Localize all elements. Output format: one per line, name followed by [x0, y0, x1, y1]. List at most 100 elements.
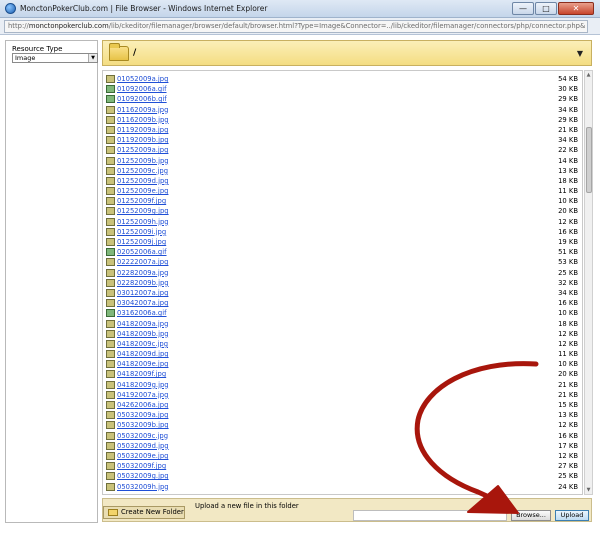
- file-row[interactable]: 02222007a.jpg 53 KB: [103, 257, 582, 267]
- file-row[interactable]: 05032009b.jpg 12 KB: [103, 420, 582, 430]
- file-row[interactable]: 02282009a.jpg 25 KB: [103, 268, 582, 278]
- file-row[interactable]: 04182009b.jpg 12 KB: [103, 329, 582, 339]
- file-row[interactable]: 05032009c.jpg 16 KB: [103, 431, 582, 441]
- file-row[interactable]: 01192009a.jpg 21 KB: [103, 125, 582, 135]
- upload-button[interactable]: Upload: [555, 510, 589, 521]
- file-row[interactable]: 04182009a.jpg 18 KB: [103, 319, 582, 329]
- file-row[interactable]: 05032009d.jpg 17 KB: [103, 441, 582, 451]
- close-button[interactable]: ✕: [558, 2, 594, 15]
- window-controls: — □ ✕: [512, 2, 594, 15]
- file-name-link[interactable]: 04262006a.jpg: [117, 401, 168, 409]
- file-row[interactable]: 01252009h.jpg 12 KB: [103, 217, 582, 227]
- file-name-link[interactable]: 02282009b.jpg: [117, 279, 169, 287]
- file-row[interactable]: 04182009f.jpg 20 KB: [103, 369, 582, 379]
- file-row[interactable]: 02282009b.jpg 32 KB: [103, 278, 582, 288]
- create-folder-button[interactable]: Create New Folder: [103, 506, 185, 519]
- file-row[interactable]: 01092006a.gif 30 KB: [103, 84, 582, 94]
- file-row[interactable]: 03042007a.jpg 16 KB: [103, 298, 582, 308]
- file-name-link[interactable]: 05032009g.jpg: [117, 472, 169, 480]
- file-row[interactable]: 03162006a.gif 10 KB: [103, 308, 582, 318]
- file-name-link[interactable]: 01052009a.jpg: [117, 75, 168, 83]
- file-row[interactable]: 04192007a.jpg 21 KB: [103, 390, 582, 400]
- scrollbar-thumb[interactable]: [586, 127, 592, 193]
- file-row[interactable]: 01252009g.jpg 20 KB: [103, 206, 582, 216]
- file-name-link[interactable]: 01162009b.jpg: [117, 116, 169, 124]
- file-name-link[interactable]: 01252009i.jpg: [117, 228, 166, 236]
- file-row[interactable]: 01252009i.jpg 16 KB: [103, 227, 582, 237]
- file-row[interactable]: 01162009b.jpg 29 KB: [103, 115, 582, 125]
- file-name-link[interactable]: 02052006a.gif: [117, 248, 167, 256]
- file-row[interactable]: 01252009b.jpg 14 KB: [103, 156, 582, 166]
- file-name-link[interactable]: 05032009f.jpg: [117, 462, 166, 470]
- file-row[interactable]: 04182009e.jpg 10 KB: [103, 359, 582, 369]
- file-name-link[interactable]: 01162009a.jpg: [117, 106, 168, 114]
- minimize-button[interactable]: —: [512, 2, 534, 15]
- file-name-link[interactable]: 02222007a.jpg: [117, 258, 168, 266]
- file-row[interactable]: 05032009e.jpg 12 KB: [103, 451, 582, 461]
- file-row[interactable]: 01052009a.jpg 54 KB: [103, 74, 582, 84]
- file-name-link[interactable]: 05032009h.jpg: [117, 483, 169, 491]
- folder-dropdown-icon[interactable]: ▼: [577, 49, 583, 58]
- file-row[interactable]: 01162009a.jpg 34 KB: [103, 105, 582, 115]
- file-row[interactable]: 05032009g.jpg 25 KB: [103, 471, 582, 481]
- file-name-link[interactable]: 04182009f.jpg: [117, 370, 166, 378]
- file-row[interactable]: 01252009a.jpg 22 KB: [103, 145, 582, 155]
- file-name-link[interactable]: 01092006a.gif: [117, 85, 167, 93]
- file-name-link[interactable]: 04182009b.jpg: [117, 330, 169, 338]
- file-row[interactable]: 04182009d.jpg 11 KB: [103, 349, 582, 359]
- url-field[interactable]: http://monctonpokerclub.com/lib/ckeditor…: [4, 20, 588, 33]
- file-name-link[interactable]: 05032009d.jpg: [117, 442, 169, 450]
- file-row[interactable]: 01092006b.gif 29 KB: [103, 94, 582, 104]
- scroll-down-icon[interactable]: ▼: [585, 487, 592, 493]
- file-name-link[interactable]: 01252009b.jpg: [117, 157, 169, 165]
- file-size: 34 KB: [558, 288, 578, 297]
- file-name-link[interactable]: 01252009c.jpg: [117, 167, 168, 175]
- file-row[interactable]: 05032009f.jpg 27 KB: [103, 461, 582, 471]
- file-row[interactable]: 01252009c.jpg 13 KB: [103, 166, 582, 176]
- file-row[interactable]: 05032009a.jpg 13 KB: [103, 410, 582, 420]
- file-row[interactable]: 03012007a.jpg 34 KB: [103, 288, 582, 298]
- file-row[interactable]: 02052006a.gif 51 KB: [103, 247, 582, 257]
- file-name-link[interactable]: 01192009b.jpg: [117, 136, 169, 144]
- file-size: 34 KB: [558, 105, 578, 114]
- file-name-link[interactable]: 03042007a.jpg: [117, 299, 168, 307]
- file-name-link[interactable]: 04192007a.jpg: [117, 391, 168, 399]
- file-rows: 01052009a.jpg 54 KB 01092006a.gif 30 KB 0109…: [103, 74, 582, 492]
- file-row[interactable]: 01252009e.jpg 11 KB: [103, 186, 582, 196]
- file-name-link[interactable]: 04182009e.jpg: [117, 360, 168, 368]
- upload-file-input[interactable]: [353, 510, 507, 521]
- file-name-link[interactable]: 01252009j.jpg: [117, 238, 166, 246]
- file-name-link[interactable]: 03162006a.gif: [117, 309, 167, 317]
- file-name-link[interactable]: 01252009h.jpg: [117, 218, 169, 226]
- file-name-link[interactable]: 01252009d.jpg: [117, 177, 169, 185]
- file-name-link[interactable]: 01092006b.gif: [117, 95, 167, 103]
- file-row[interactable]: 01252009j.jpg 19 KB: [103, 237, 582, 247]
- file-name-link[interactable]: 05032009a.jpg: [117, 411, 168, 419]
- file-name-link[interactable]: 01252009a.jpg: [117, 146, 168, 154]
- file-name-link[interactable]: 05032009c.jpg: [117, 432, 168, 440]
- file-name-link[interactable]: 02282009a.jpg: [117, 269, 168, 277]
- file-row[interactable]: 05032009h.jpg 24 KB: [103, 482, 582, 492]
- file-name-link[interactable]: 01252009e.jpg: [117, 187, 168, 195]
- file-name-link[interactable]: 05032009e.jpg: [117, 452, 168, 460]
- scroll-up-icon[interactable]: ▲: [585, 72, 592, 78]
- file-row[interactable]: 04262006a.jpg 15 KB: [103, 400, 582, 410]
- file-name-link[interactable]: 04182009d.jpg: [117, 350, 169, 358]
- file-name-link[interactable]: 04182009g.jpg: [117, 381, 169, 389]
- file-name-link[interactable]: 04182009a.jpg: [117, 320, 168, 328]
- file-row[interactable]: 04182009c.jpg 12 KB: [103, 339, 582, 349]
- file-row[interactable]: 01192009b.jpg 34 KB: [103, 135, 582, 145]
- file-name-link[interactable]: 01192009a.jpg: [117, 126, 168, 134]
- file-row[interactable]: 01252009f.jpg 10 KB: [103, 196, 582, 206]
- file-name-link[interactable]: 01252009g.jpg: [117, 207, 169, 215]
- file-name-link[interactable]: 03012007a.jpg: [117, 289, 168, 297]
- file-row[interactable]: 01252009d.jpg 18 KB: [103, 176, 582, 186]
- file-name-link[interactable]: 05032009b.jpg: [117, 421, 169, 429]
- file-name-link[interactable]: 01252009f.jpg: [117, 197, 166, 205]
- file-row[interactable]: 04182009g.jpg 21 KB: [103, 380, 582, 390]
- maximize-button[interactable]: □: [535, 2, 557, 15]
- browse-button[interactable]: Browse...: [511, 510, 551, 521]
- file-name-link[interactable]: 04182009c.jpg: [117, 340, 168, 348]
- file-list-scrollbar[interactable]: ▲ ▼: [584, 70, 593, 495]
- resource-type-select[interactable]: Image ▼: [12, 53, 98, 63]
